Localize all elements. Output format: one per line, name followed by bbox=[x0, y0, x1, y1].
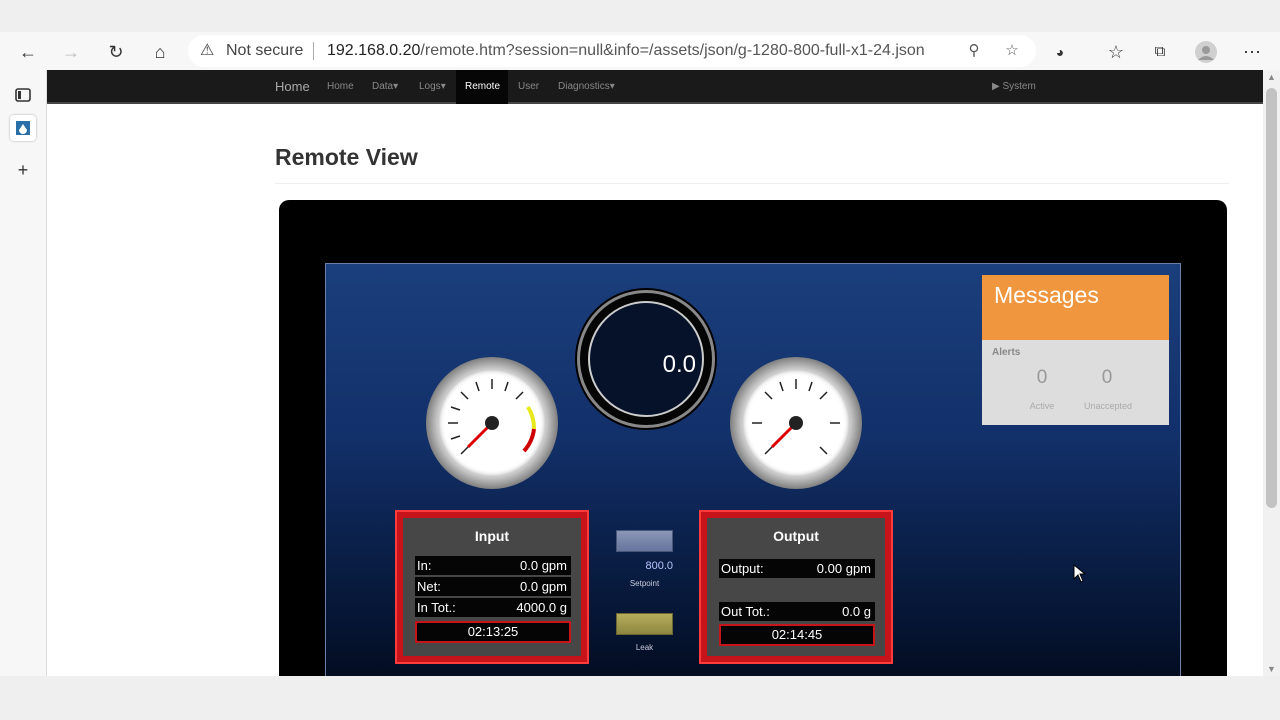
row-value: 0.00 gpm bbox=[816, 561, 871, 576]
nav-data[interactable]: Data▾ bbox=[372, 81, 398, 92]
profile-avatar[interactable] bbox=[1194, 40, 1218, 64]
active-tab-favicon[interactable] bbox=[10, 115, 36, 141]
collections-icon[interactable]: ⧉ bbox=[1148, 40, 1172, 64]
favorites-icon[interactable]: ☆ bbox=[1104, 40, 1128, 64]
vertical-sidebar: + bbox=[0, 70, 47, 676]
extension-icon[interactable]: ◕ bbox=[1048, 40, 1072, 64]
center-readout-dial: 0.0 bbox=[577, 290, 715, 428]
more-menu-icon[interactable]: ⋯ bbox=[1240, 40, 1264, 64]
url-path: /remote.htm?session=null&info=/assets/js… bbox=[420, 42, 925, 59]
row-value: 0.0 g bbox=[842, 604, 871, 619]
back-icon[interactable]: ← bbox=[16, 40, 40, 64]
tab-actions-icon[interactable] bbox=[10, 82, 36, 108]
mouse-cursor-icon bbox=[1073, 564, 1087, 583]
nav-logs[interactable]: Logs▾ bbox=[419, 81, 446, 92]
output-panel-body: Output Output: 0.00 gpm Out Tot.: 0.0 g 02… bbox=[707, 518, 885, 656]
nav-home[interactable]: Home bbox=[327, 81, 354, 92]
top-navbar: Home Home Data▾ Logs▾ Remote User Diagno… bbox=[47, 70, 1263, 104]
active-label: Active bbox=[1029, 401, 1055, 411]
input-gauge-dial bbox=[448, 379, 537, 455]
dial-value: 0.0 bbox=[662, 351, 696, 378]
url-text[interactable]: 192.168.0.20/remote.htm?session=null&inf… bbox=[327, 42, 925, 60]
reload-icon[interactable]: ↻ bbox=[104, 40, 128, 64]
address-separator bbox=[313, 42, 314, 60]
output-gauge bbox=[730, 357, 862, 489]
security-label[interactable]: Not secure bbox=[226, 42, 303, 60]
row-label: Output: bbox=[721, 561, 764, 576]
output-gauge-dial bbox=[752, 379, 840, 455]
output-panel[interactable]: Output Output: 0.00 gpm Out Tot.: 0.0 g 02… bbox=[699, 510, 893, 664]
nav-data-label: Data bbox=[372, 81, 394, 92]
setpoint-label: Setpoint bbox=[629, 579, 660, 588]
new-tab-icon[interactable]: + bbox=[10, 157, 36, 183]
alerts-label: Alerts bbox=[992, 347, 1021, 358]
input-panel[interactable]: Input In: 0.0 gpm Net: 0.0 gpm In Tot.: 400… bbox=[395, 510, 589, 664]
row-label: In Tot.: bbox=[417, 600, 456, 615]
row-value: 0.0 gpm bbox=[520, 558, 567, 573]
home-icon[interactable]: ⌂ bbox=[148, 40, 172, 64]
dial-face: 0.0 bbox=[588, 301, 704, 417]
output-timer: 02:14:45 bbox=[719, 624, 875, 646]
setpoint-value: 800.0 bbox=[645, 560, 673, 572]
remote-screen-frame: 0.0 Messages Alerts 0 0 Active Unaccepte… bbox=[279, 200, 1227, 676]
unaccepted-label: Unaccepted bbox=[1083, 401, 1133, 411]
browser-toolbar: ← → ↻ ⌂ ⚠ Not secure 192.168.0.20/remote… bbox=[0, 32, 1280, 70]
nav-remote-label: Remote bbox=[465, 81, 501, 92]
nav-logs-label: Logs bbox=[419, 81, 441, 92]
row-label: In: bbox=[417, 558, 432, 573]
output-panel-title: Output bbox=[773, 528, 819, 544]
nav-system[interactable]: ▶ System bbox=[992, 81, 1036, 92]
input-timer: 02:13:25 bbox=[415, 621, 571, 643]
setpoint-button[interactable] bbox=[616, 530, 673, 552]
address-bar[interactable]: ⚠ Not secure 192.168.0.20/remote.htm?ses… bbox=[188, 35, 1036, 67]
nav-diagnostics[interactable]: Diagnostics▾ bbox=[558, 81, 615, 92]
output-row-total: Out Tot.: 0.0 g bbox=[719, 602, 875, 621]
output-row-output: Output: 0.00 gpm bbox=[719, 559, 875, 578]
row-label: Out Tot.: bbox=[721, 604, 770, 619]
leak-indicator[interactable] bbox=[616, 613, 673, 635]
scrollbar-thumb[interactable] bbox=[1266, 88, 1277, 508]
leak-label: Leak bbox=[635, 643, 654, 652]
hmi-screen[interactable]: 0.0 Messages Alerts 0 0 Active Unaccepte… bbox=[325, 263, 1181, 676]
nav-diagnostics-label: Diagnostics bbox=[558, 81, 610, 92]
forward-icon[interactable]: → bbox=[59, 40, 83, 64]
input-gauge bbox=[426, 357, 558, 489]
browser-window: ← → ↻ ⌂ ⚠ Not secure 192.168.0.20/remote… bbox=[0, 0, 1280, 720]
messages-header: Messages bbox=[982, 275, 1169, 340]
play-icon: ▶ bbox=[992, 81, 1003, 92]
nav-user[interactable]: User bbox=[518, 81, 539, 92]
input-row-total: In Tot.: 4000.0 g bbox=[415, 598, 571, 617]
input-row-in: In: 0.0 gpm bbox=[415, 556, 571, 575]
input-panel-title: Input bbox=[474, 528, 510, 544]
row-value: 4000.0 g bbox=[516, 600, 567, 615]
page-viewport: Home Home Data▾ Logs▾ Remote User Diagno… bbox=[47, 70, 1263, 676]
input-panel-body: Input In: 0.0 gpm Net: 0.0 gpm In Tot.: 400… bbox=[403, 518, 581, 656]
favorite-add-icon[interactable]: ☆ bbox=[1002, 41, 1022, 61]
zoom-icon[interactable]: ⚲ bbox=[964, 41, 984, 61]
active-alert-count: 0 bbox=[1036, 367, 1048, 388]
vertical-scrollbar[interactable]: ▲ ▼ bbox=[1263, 70, 1280, 676]
row-label: Net: bbox=[417, 579, 441, 594]
row-value: 0.0 gpm bbox=[520, 579, 567, 594]
warning-icon[interactable]: ⚠ bbox=[200, 41, 220, 61]
title-divider bbox=[275, 183, 1229, 184]
nav-remote[interactable]: Remote bbox=[456, 70, 508, 104]
messages-title: Messages bbox=[994, 282, 1099, 308]
url-host: 192.168.0.20 bbox=[327, 42, 421, 59]
scroll-up-icon[interactable]: ▲ bbox=[1267, 72, 1276, 82]
scroll-down-icon[interactable]: ▼ bbox=[1267, 664, 1276, 674]
input-row-net: Net: 0.0 gpm bbox=[415, 577, 571, 596]
messages-panel[interactable]: Messages Alerts 0 0 Active Unaccepted bbox=[982, 275, 1169, 425]
nav-brand[interactable]: Home bbox=[275, 79, 310, 94]
unaccepted-alert-count: 0 bbox=[1101, 367, 1113, 388]
nav-system-label: System bbox=[1002, 81, 1036, 92]
tab-strip bbox=[0, 0, 1280, 32]
page-title: Remote View bbox=[275, 144, 418, 170]
bottom-bar bbox=[0, 676, 1280, 720]
